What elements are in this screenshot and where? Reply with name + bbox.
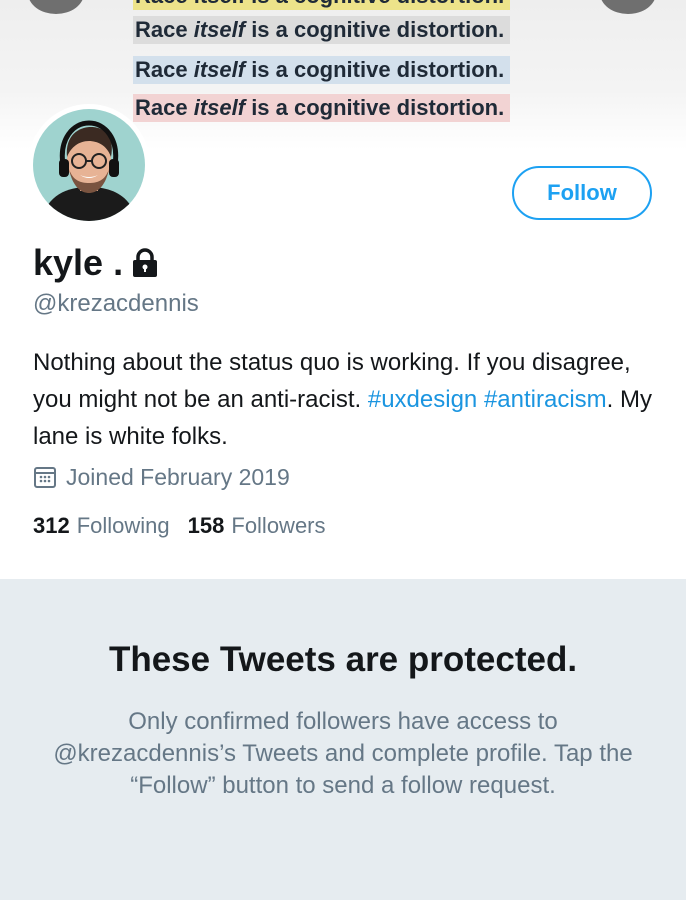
back-button[interactable]: [28, 0, 84, 14]
lock-icon: [131, 248, 159, 278]
joined-date: Joined February 2019: [33, 462, 290, 492]
following-label: Following: [76, 513, 170, 538]
protected-title: These Tweets are protected.: [108, 640, 578, 679]
following-count: 312: [33, 513, 70, 538]
profile-name-row: kyle .: [33, 238, 159, 288]
avatar[interactable]: [28, 104, 150, 226]
followers-stat[interactable]: 158 Followers: [188, 513, 326, 539]
hashtag-link[interactable]: #uxdesign: [368, 386, 477, 413]
profile-bio: Nothing about the status quo is working.…: [33, 349, 652, 450]
banner-text-line: Race itself is a cognitive distortion.: [133, 16, 511, 44]
protected-message: Only confirmed followers have access to …: [53, 708, 633, 799]
profile-handle: @krezacdennis: [33, 290, 199, 317]
calendar-icon: [34, 467, 56, 488]
banner-text-line: Race itself is a cognitive distortion.: [133, 56, 511, 84]
follow-stats: 312 Following 158 Followers: [33, 510, 344, 542]
followers-label: Followers: [231, 513, 326, 538]
display-name: kyle .: [33, 242, 124, 283]
followers-count: 158: [187, 513, 225, 538]
following-stat[interactable]: 312 Following: [33, 513, 170, 539]
banner-text-line: Race itself is a cognitive distortion.: [133, 94, 511, 122]
joined-text: Joined February 2019: [66, 463, 290, 490]
banner-text-line-top: Race itself is a cognitive distortion.: [133, 0, 511, 10]
more-options-button[interactable]: [600, 0, 656, 14]
hashtag-link[interactable]: #antiracism: [484, 386, 607, 413]
follow-button[interactable]: Follow: [512, 166, 652, 220]
